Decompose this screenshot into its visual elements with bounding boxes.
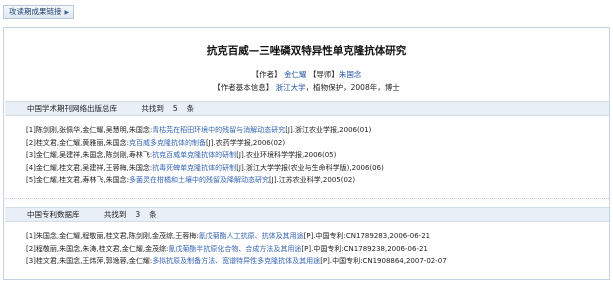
patent-db-name: 中国专利数据库 [27,210,80,219]
citation-source: [J].浙江大学学报(农业与生命科学版),2006(06) [236,163,384,172]
citation-source: [J].农药学学报,2006(02) [205,138,286,147]
list-item: [5]金仁耀,桂文君,寿林飞,朱国念:多菌灵在柑橘和土壤中的残留及降解动态研究[… [26,174,606,187]
patent-title-link[interactable]: 氰戊菊酯人工抗原、抗体及其用途 [199,232,304,240]
patent-count: 3 [135,210,141,219]
patent-inventors: [2]程敬丽,朱国念,朱涛,桂文君,金仁耀,金茂综: [26,244,169,253]
citation-authors: [3]金仁耀,吴建祥,朱国念,陈剑刚,寿林飞: [26,151,153,159]
paper-detail-panel: 抗克百威—三唑磷双特异性单克隆抗体研究 【作者】 金仁耀 【导师】朱国念 【作者… [3,27,610,280]
advisor-label: 【导师】 [308,70,339,79]
patent-title-link[interactable]: 氰戊菊酯半抗原化合物、合成方法及其用途 [168,245,301,253]
citation-authors: [2]桂文君,金仁耀,黄雅丽,朱国念: [26,138,129,147]
patent-inventors: [1]朱国念,金仁耀,程敬丽,桂文君,陈剑刚,金茂综,王蓉梅: [26,232,199,240]
basic-info-line: 【作者基本信息】 浙江大学，植物保护，2008年，博士 [4,82,609,93]
citation-source: [J].浙江农业学报,2006(01) [285,126,372,134]
patent-source: [P].中国专利:CN1789238,2006-06-21 [301,244,428,253]
school-link[interactable]: 浙江大学 [276,83,306,92]
page-title: 抗克百威—三唑磷双特异性单克隆抗体研究 [206,45,407,57]
quick-link-label: 攻读期成果链接 [9,7,62,16]
citation-title-link[interactable]: 克百威多克隆抗体的制备 [129,139,206,147]
citation-title-link[interactable]: 抗克百威单克隆抗体的研制 [152,151,236,159]
citation-title-link[interactable]: 青枯芫在稻田环境中的残留与消解动态研究 [152,126,285,134]
journal-count-label: 共找到 [141,104,164,113]
list-item: [3]金仁耀,吴建祥,朱国念,陈剑刚,寿林飞:抗克百威单克隆抗体的研制[J].农… [26,149,606,162]
list-item: [2]程敬丽,朱国念,朱涛,桂文君,金仁耀,金茂综:氰戊菊酯半抗原化合物、合成方… [26,243,606,256]
patent-source: [P].中国专利:CN1908864,2007-02-07 [320,257,447,265]
section-divider [5,198,609,199]
info-rest: ，植物保护，2008年，博士 [305,83,400,92]
patent-title-link[interactable]: 多拟抗原及制备方法、宽谱特异性多克隆抗体及其用途 [152,257,320,265]
author-link[interactable]: 金仁耀 [284,70,307,79]
journal-section-header: 中国学术期刊网络出版总库 共找到 5 条 [5,101,609,116]
patent-inventors: [3]桂文君,朱国念,王炜萍,郭逸蓉,金仁耀: [26,257,153,265]
author-label: 【作者】 [251,70,282,79]
list-item: [4]金仁耀,桂文君,吴建祥,王蓉梅,朱国念:抗毒死蜱单克隆抗体的研制[J].浙… [26,162,606,175]
journal-count: 5 [172,104,178,113]
patent-source: [P].中国专利:CN1789283,2006-06-21 [303,232,431,240]
list-item: [3]桂文君,朱国念,王炜萍,郭逸蓉,金仁耀:多拟抗原及制备方法、宽谱特异性多克… [26,255,606,268]
citation-authors: [5]金仁耀,桂文君,寿林飞,朱国念: [26,176,129,184]
patent-section-header: 中国专利数据库 共找到 3 条 [5,207,609,222]
advisor-link[interactable]: 朱国念 [339,70,362,79]
citation-title-link[interactable]: 多菌灵在柑橘和土壤中的残留及降解动态研究 [129,176,269,184]
citation-title-link[interactable]: 抗毒死蜱单克隆抗体的研制 [152,164,236,172]
journal-list: [1]陈剑刚,张佩华,金仁耀,吴慧明,朱国念:青枯芫在稻田环境中的残留与消解动态… [26,124,606,187]
citation-source: [J].江苏农业科学,2005(02) [268,176,356,184]
list-item: [2]桂文君,金仁耀,黄雅丽,朱国念:克百威多克隆抗体的制备[J].农药学学报,… [26,137,606,150]
top-toolbar: 攻读期成果链接 ▶ [0,0,613,22]
quick-link-button[interactable]: 攻读期成果链接 ▶ [3,5,75,19]
citation-source: [J].农业环境科学学报,2006(05) [236,151,337,159]
triangle-right-icon: ▶ [64,9,70,16]
author-line: 【作者】 金仁耀 【导师】朱国念 [4,69,609,80]
patent-list: [1]朱国念,金仁耀,程敬丽,桂文君,陈剑刚,金茂综,王蓉梅:氰戊菊酯人工抗原、… [26,230,606,268]
journal-db-name: 中国学术期刊网络出版总库 [27,104,117,113]
citation-authors: [1]陈剑刚,张佩华,金仁耀,吴慧明,朱国念: [26,126,153,134]
patent-count-unit: 条 [149,210,157,219]
journal-count-unit: 条 [186,104,195,113]
info-label: 【作者基本信息】 [213,83,274,92]
list-item: [1]陈剑刚,张佩华,金仁耀,吴慧明,朱国念:青枯芫在稻田环境中的残留与消解动态… [26,124,606,137]
patent-count-label: 共找到 [103,210,127,219]
citation-authors: [4]金仁耀,桂文君,吴建祥,王蓉梅,朱国念: [26,163,153,172]
list-item: [1]朱国念,金仁耀,程敬丽,桂文君,陈剑刚,金茂综,王蓉梅:氰戊菊酯人工抗原、… [26,230,606,243]
